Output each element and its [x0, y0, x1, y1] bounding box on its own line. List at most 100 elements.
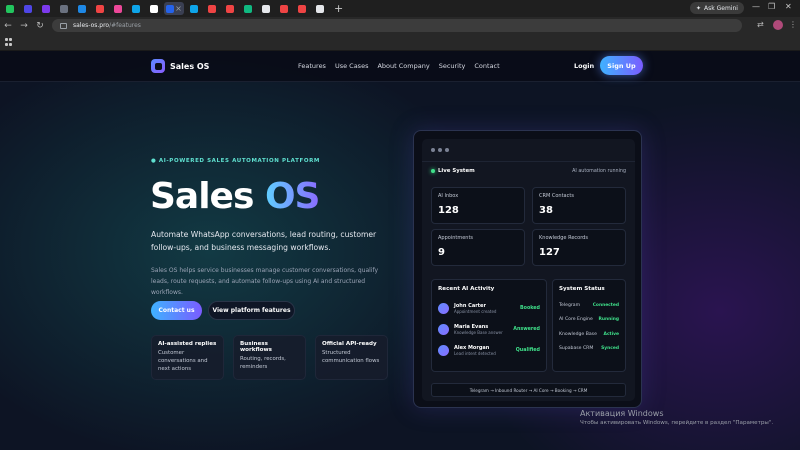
- list-item: Alex Morgan Lead intent detected Qualifie…: [438, 340, 540, 361]
- status-badge: Answered: [513, 327, 540, 332]
- browser-tab[interactable]: [2, 2, 18, 15]
- tab-favicon-icon: [280, 4, 288, 13]
- hero-lead: Automate WhatsApp conversations, lead ro…: [151, 230, 377, 252]
- brand-name: Sales OS: [170, 61, 210, 71]
- dashboard-preview: Live System AI automation running AI Inb…: [413, 130, 642, 408]
- site-info-icon[interactable]: [60, 22, 67, 29]
- browser-tab[interactable]: [146, 2, 162, 15]
- browser-tab[interactable]: [222, 2, 238, 15]
- nav-use-cases[interactable]: Use Cases: [335, 62, 369, 70]
- gemini-icon: ✦: [696, 4, 702, 12]
- menu-icon[interactable]: ⋮: [789, 20, 797, 29]
- list-item: Supabase CRM Synced: [559, 346, 619, 352]
- tab-favicon-icon: [42, 4, 50, 13]
- browser-tab[interactable]: ×: [164, 2, 184, 15]
- tab-favicon-icon: [262, 4, 270, 13]
- browser-tab[interactable]: [56, 2, 72, 15]
- back-icon[interactable]: ←: [0, 21, 16, 31]
- browser-tab[interactable]: [258, 2, 274, 15]
- address-bar[interactable]: sales-os.pro/#features: [52, 19, 742, 32]
- status-badge: Qualified: [515, 348, 540, 353]
- browser-tab[interactable]: [20, 2, 36, 15]
- status-badge: Running: [598, 317, 619, 323]
- web-page: Sales OS Features Use Cases About Compan…: [0, 51, 800, 450]
- stat-ai-inbox: AI Inbox 128: [431, 187, 525, 224]
- hero-title: Sales OS: [150, 176, 320, 217]
- tab-favicon-icon: [6, 4, 14, 13]
- hero-eyebrow: ● AI-POWERED SALES AUTOMATION PLATFORM: [151, 158, 320, 164]
- address-url: sales-os.pro/#features: [73, 22, 141, 29]
- signup-button[interactable]: Sign Up: [600, 56, 643, 75]
- ask-gemini-button[interactable]: ✦ Ask Gemini: [690, 2, 744, 14]
- hero-description: Sales OS helps service businesses manage…: [151, 267, 379, 296]
- brand-logo[interactable]: Sales OS: [151, 59, 209, 73]
- tab-favicon-icon: [78, 4, 86, 13]
- status-badge: Connected: [592, 302, 619, 308]
- new-tab-icon[interactable]: +: [334, 2, 343, 15]
- view-features-button[interactable]: View platform features: [208, 301, 295, 320]
- list-item: Maria Evans Knowledge Base answer Answere…: [438, 319, 540, 340]
- browser-tab[interactable]: [74, 2, 90, 15]
- nav-about-company[interactable]: About Company: [377, 62, 429, 70]
- login-link[interactable]: Login: [574, 62, 594, 70]
- browser-tab[interactable]: [110, 2, 126, 15]
- site-header: Sales OS Features Use Cases About Compan…: [0, 51, 800, 82]
- minimize-icon[interactable]: —: [752, 2, 760, 11]
- bookmarks-bar: [0, 34, 800, 51]
- stat-knowledge-records: Knowledge Records 127: [532, 229, 626, 266]
- browser-tab[interactable]: [294, 2, 310, 15]
- tab-favicon-icon: [316, 4, 324, 13]
- browser-tab[interactable]: [312, 2, 328, 15]
- browser-tab[interactable]: [240, 2, 256, 15]
- feature-card-api: Official API-ready Structured communicat…: [315, 335, 388, 380]
- browser-tab[interactable]: [276, 2, 292, 15]
- tab-favicon-icon: [96, 4, 104, 13]
- tab-favicon-icon: [114, 4, 122, 13]
- list-item: Telegram Connected: [559, 302, 619, 308]
- ask-gemini-label: Ask Gemini: [704, 4, 738, 12]
- live-dot-icon: [431, 169, 435, 173]
- feature-card-workflows: Business workflows Routing, records, rem…: [233, 335, 306, 380]
- tab-close-icon[interactable]: ×: [175, 4, 182, 13]
- logo-mark-icon: [151, 59, 165, 73]
- nav-features[interactable]: Features: [298, 62, 326, 70]
- dashboard-window: Live System AI automation running AI Inb…: [422, 139, 635, 401]
- contact-us-button[interactable]: Contact us: [151, 301, 202, 320]
- feature-card-ai-replies: AI-assisted replies Customer conversatio…: [151, 335, 224, 380]
- list-item: AI Core Engine Running: [559, 317, 619, 323]
- close-window-icon[interactable]: ✕: [785, 2, 792, 11]
- translate-icon[interactable]: ⇄: [757, 20, 764, 29]
- browser-tab[interactable]: [204, 2, 220, 15]
- tab-favicon-icon: [60, 4, 68, 13]
- restore-icon[interactable]: ❐: [768, 2, 775, 11]
- apps-icon[interactable]: [5, 38, 13, 46]
- reload-icon[interactable]: ↻: [32, 21, 48, 31]
- browser-tab[interactable]: [92, 2, 108, 15]
- pipeline-flow: Telegram → Inbound Router → AI Core → Bo…: [431, 383, 626, 397]
- browser-tab[interactable]: [186, 2, 202, 15]
- browser-tab-strip: × +: [0, 0, 800, 17]
- live-system-indicator: Live System: [431, 168, 475, 174]
- browser-tab[interactable]: [38, 2, 54, 15]
- nav-contact[interactable]: Contact: [474, 62, 499, 70]
- tab-favicon-icon: [132, 4, 140, 13]
- tab-favicon-icon: [24, 4, 32, 13]
- tab-favicon-icon: [166, 4, 175, 13]
- profile-avatar[interactable]: [773, 20, 783, 30]
- system-status-panel: System Status Telegram Connected AI Core …: [552, 279, 626, 372]
- list-item: John Carter Appointment created Booked: [438, 298, 540, 319]
- tab-favicon-icon: [150, 4, 158, 13]
- stat-appointments: Appointments 9: [431, 229, 525, 266]
- forward-icon[interactable]: →: [16, 21, 32, 31]
- windows-activation-watermark: Активация Windows Чтобы активировать Win…: [580, 409, 774, 426]
- tab-favicon-icon: [190, 4, 198, 13]
- nav-security[interactable]: Security: [439, 62, 466, 70]
- avatar: [438, 324, 449, 335]
- list-item: Knowledge Base Active: [559, 331, 619, 337]
- avatar: [438, 345, 449, 356]
- tab-favicon-icon: [244, 4, 252, 13]
- browser-tab[interactable]: [128, 2, 144, 15]
- avatar: [438, 303, 449, 314]
- recent-activity-panel: Recent AI Activity John Carter Appointmen…: [431, 279, 547, 372]
- window-dots-icon: [431, 148, 449, 152]
